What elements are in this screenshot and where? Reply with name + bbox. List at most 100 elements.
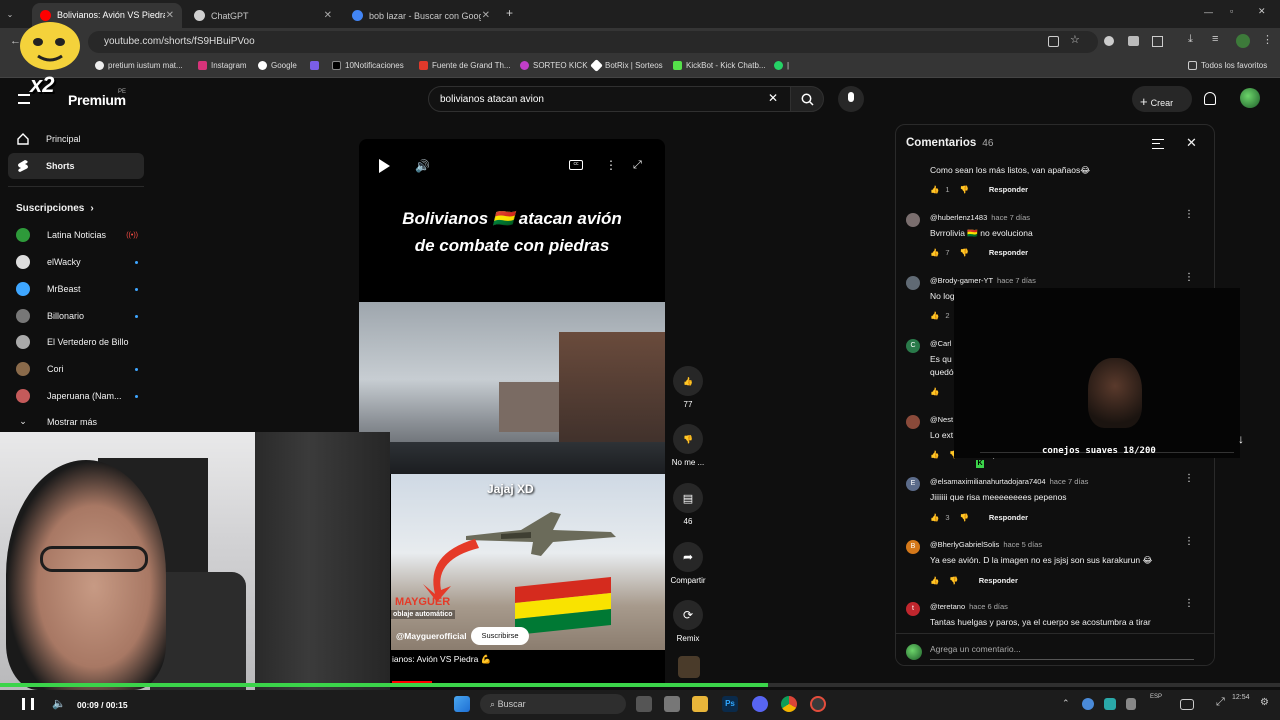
clear-search-icon[interactable]: ✕	[768, 91, 778, 105]
sort-comments-icon[interactable]	[1152, 139, 1164, 149]
bookmark-item[interactable]: 10Notificaciones	[332, 61, 404, 70]
display-icon[interactable]	[1180, 699, 1194, 710]
search-button[interactable]	[790, 86, 824, 112]
reply-button[interactable]: Responder	[979, 576, 1018, 585]
thumbs-down-icon[interactable]: 👎	[960, 513, 969, 522]
comment-author[interactable]: @elsamaximilianahurtadojara7404 hace 7 dí…	[930, 477, 1088, 486]
channel-latina-noticias[interactable]: Latina Noticias ((•))	[16, 228, 138, 242]
reply-button[interactable]: Responder	[989, 248, 1028, 257]
chevron-up-icon[interactable]: ⌃	[1062, 698, 1070, 709]
captions-icon[interactable]: cc	[569, 160, 583, 170]
close-comments-icon[interactable]: ✕	[1186, 135, 1197, 151]
bookmark-star-icon[interactable]: ☆	[1070, 33, 1080, 46]
short-player[interactable]: 🔊 cc ⋮ ⤢ Bolivianos 🇧🇴 atacan avión de c…	[359, 139, 665, 684]
commenter-avatar[interactable]: C	[906, 339, 920, 353]
thumbs-up-icon[interactable]: 👍	[930, 387, 939, 396]
settings-gear-icon[interactable]: ⚙	[1260, 697, 1269, 708]
like-button[interactable]: 👍 77	[666, 366, 710, 409]
volume-icon[interactable]: 🔈	[52, 697, 66, 710]
remix-button[interactable]: ⟳ Remix	[666, 600, 710, 643]
commenter-avatar[interactable]	[906, 415, 920, 429]
fullscreen-icon[interactable]: ⤢	[1216, 696, 1225, 709]
volume-icon[interactable]: 🔊	[415, 159, 430, 173]
comment-menu-icon[interactable]: ⋮	[1184, 210, 1194, 220]
bookmark-item[interactable]: BotRix | Sorteos	[590, 59, 663, 72]
close-tab-icon[interactable]: ✕	[324, 10, 332, 21]
voice-search-button[interactable]	[838, 86, 864, 112]
sound-thumbnail[interactable]	[678, 656, 700, 678]
fullscreen-icon[interactable]: ⤢	[633, 159, 642, 172]
file-explorer-icon[interactable]	[692, 696, 708, 712]
thumbs-up-icon[interactable]: 👍	[930, 185, 939, 194]
thumbs-down-icon[interactable]: 👎	[949, 576, 958, 585]
close-tab-icon[interactable]: ✕	[482, 10, 490, 21]
channel-billonario[interactable]: Billonario	[16, 309, 138, 323]
share-button[interactable]: ➦ Compartir	[666, 542, 710, 585]
commenter-avatar[interactable]	[906, 276, 920, 290]
bookmark-item[interactable]: KickBot - Kick Chatb...	[673, 61, 766, 70]
commenter-avatar[interactable]: E	[906, 477, 920, 491]
short-caption[interactable]: ianos: Avión VS Piedra 💪	[392, 654, 491, 665]
obs-icon[interactable]	[810, 696, 826, 712]
bookmark-item[interactable]: pretium iustum mat...	[95, 61, 183, 70]
minimize-icon[interactable]: —	[1204, 7, 1213, 17]
comment-author[interactable]: @BherlyGabrielSolis hace 5 días	[930, 540, 1042, 549]
commenter-avatar[interactable]	[906, 213, 920, 227]
tab-google-search[interactable]: bob lazar - Buscar con Google ✕	[344, 3, 498, 28]
photoshop-icon[interactable]: Ps	[722, 696, 738, 712]
account-avatar[interactable]	[1240, 88, 1260, 108]
sidebar-item-shorts[interactable]: Shorts	[8, 153, 144, 179]
channel-japeruana[interactable]: Japeruana (Nam...	[16, 389, 138, 403]
comment-author[interactable]: @Nest	[930, 415, 953, 424]
comment-menu-icon[interactable]: ⋮	[1184, 537, 1194, 547]
bookmark-item[interactable]	[310, 61, 323, 70]
thumbs-up-icon[interactable]: 👍	[930, 311, 939, 320]
tray-icon[interactable]	[1126, 698, 1136, 710]
thumbs-up-icon[interactable]: 👍	[930, 248, 939, 257]
tab-chatgpt[interactable]: ChatGPT ✕	[186, 3, 340, 28]
comment-author[interactable]: @huberlenz1483 hace 7 días	[930, 213, 1030, 222]
create-button[interactable]: + Crear	[1132, 86, 1192, 112]
install-app-icon[interactable]	[1048, 36, 1059, 47]
close-tab-icon[interactable]: ✕	[166, 10, 174, 21]
thumbs-up-icon[interactable]: 👍	[930, 576, 939, 585]
extension-icon[interactable]	[1104, 36, 1114, 46]
short-channel-handle[interactable]: @Mayguerofficial	[396, 631, 467, 641]
comment-menu-icon[interactable]: ⋮	[1184, 474, 1194, 484]
add-comment-input[interactable]: Agrega un comentario...	[930, 644, 1194, 660]
bookmark-item[interactable]: Instagram	[198, 61, 247, 70]
reply-button[interactable]: Responder	[989, 513, 1028, 522]
tray-icon[interactable]	[1104, 698, 1116, 710]
extensions-puzzle-icon[interactable]	[1152, 36, 1163, 47]
download-icon[interactable]: ⤓	[1188, 33, 1193, 46]
task-view-icon[interactable]	[636, 696, 652, 712]
commenter-avatar[interactable]: B	[906, 540, 920, 554]
comment-menu-icon[interactable]: ⋮	[1184, 599, 1194, 609]
reply-button[interactable]: Responder	[989, 185, 1028, 194]
more-options-icon[interactable]: ⋮	[605, 158, 617, 172]
chrome-icon[interactable]	[781, 696, 797, 712]
thumbs-down-icon[interactable]: 👎	[960, 185, 969, 194]
scroll-down-icon[interactable]: ↓	[1238, 432, 1244, 446]
windows-start-icon[interactable]	[454, 696, 470, 712]
discord-icon[interactable]	[752, 696, 768, 712]
restore-icon[interactable]: ▫	[1230, 6, 1233, 16]
thumbs-up-icon[interactable]: 👍	[930, 450, 939, 459]
bookmark-item[interactable]: Google	[258, 61, 297, 70]
show-more-channels[interactable]: ⌄ Mostrar más	[16, 416, 138, 427]
subscriptions-heading[interactable]: Suscripciones ›	[16, 203, 94, 214]
new-tab-icon[interactable]: +	[506, 6, 513, 20]
pause-icon[interactable]	[22, 698, 34, 710]
bookmark-item[interactable]: Fuente de Grand Th...	[419, 61, 511, 70]
whatsapp-bookmark[interactable]: |	[774, 61, 789, 70]
url-field[interactable]: youtube.com/shorts/fS9HBuiPVoo	[88, 31, 1098, 53]
thumbs-up-icon[interactable]: 👍	[930, 513, 939, 522]
comment-author[interactable]: @Brody-gamer-YT hace 7 días	[930, 276, 1036, 285]
reading-list-icon[interactable]: ≡	[1212, 33, 1218, 45]
all-bookmarks[interactable]: Todos los favoritos	[1188, 61, 1267, 70]
search-input[interactable]: bolivianos atacan avion	[428, 86, 794, 112]
subscribe-button[interactable]: Suscribirse	[471, 627, 529, 645]
channel-el-vertedero[interactable]: El Vertedero de Billo	[16, 335, 138, 349]
channel-mrbeast[interactable]: MrBeast	[16, 282, 138, 296]
window-close-icon[interactable]: ✕	[1258, 6, 1266, 17]
